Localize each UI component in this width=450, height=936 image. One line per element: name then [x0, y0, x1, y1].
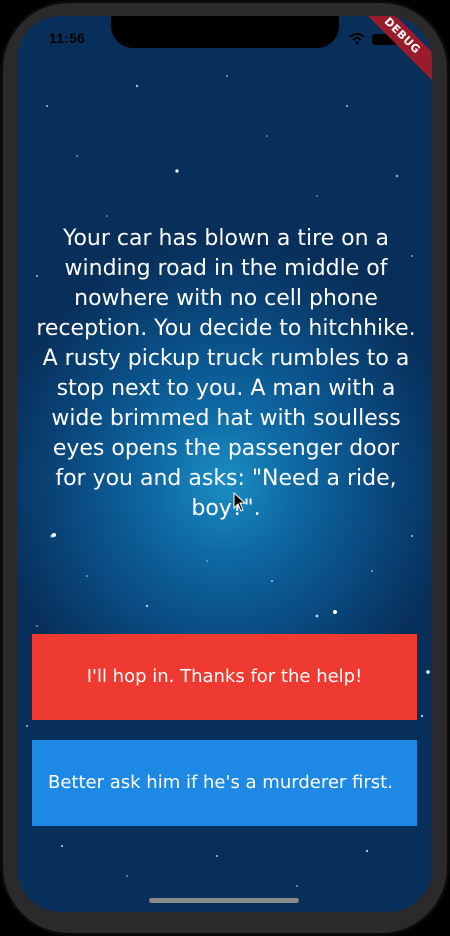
wifi-icon [349, 33, 365, 45]
status-time: 11:56 [49, 30, 86, 46]
mouse-cursor-icon [233, 492, 247, 512]
choice-1-label: I'll hop in. Thanks for the help! [86, 666, 363, 687]
device-notch [111, 16, 339, 48]
device-frame: 11:56 DEBUG Your car has blown a tire on… [0, 0, 450, 936]
app-screen: 11:56 DEBUG Your car has blown a tire on… [17, 16, 432, 912]
story-text: Your car has blown a tire on a winding r… [36, 226, 416, 521]
choice-2-button[interactable]: Better ask him if he's a murderer first. [32, 740, 417, 826]
choice-1-button[interactable]: I'll hop in. Thanks for the help! [32, 634, 417, 720]
home-indicator[interactable] [149, 898, 299, 903]
choice-2-label: Better ask him if he's a murderer first. [48, 772, 393, 793]
